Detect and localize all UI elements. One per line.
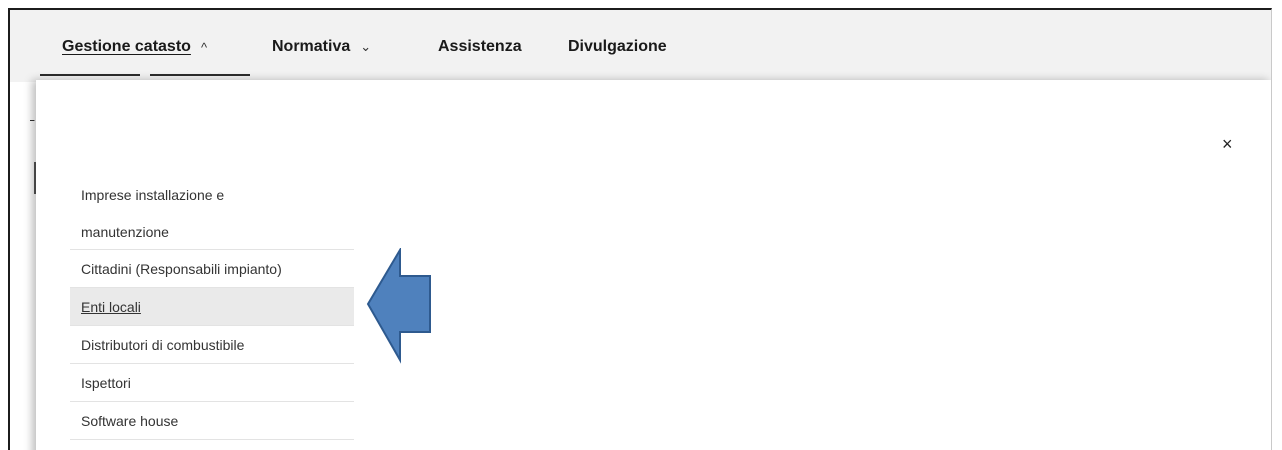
active-tab-underline-2	[150, 74, 250, 76]
submenu-item-cittadini[interactable]: Cittadini (Responsabili impianto)	[70, 250, 354, 288]
submenu-item-label: Enti locali	[81, 298, 141, 315]
main-navbar: Gestione catasto ^ Normativa ⌄ Assistenz…	[10, 10, 1271, 82]
background-breadcrumb-link[interactable]	[30, 106, 34, 124]
submenu-item-software-house[interactable]: Software house	[70, 402, 354, 440]
submenu-item-label: Ispettori	[81, 374, 131, 391]
active-tab-underline	[40, 74, 140, 76]
nav-divulgazione[interactable]: Divulgazione	[568, 38, 667, 56]
submenu-item-imprese[interactable]: Imprese installazione e manutenzione	[70, 178, 354, 250]
close-icon[interactable]: ×	[1222, 134, 1233, 155]
browser-frame: Gestione catasto ^ Normativa ⌄ Assistenz…	[8, 8, 1272, 450]
chevron-down-icon: ⌄	[360, 39, 372, 54]
nav-normativa-label: Normativa	[272, 38, 351, 55]
submenu-item-ispettori[interactable]: Ispettori	[70, 364, 354, 402]
chevron-up-icon: ^	[200, 39, 208, 55]
submenu-item-label: Software house	[81, 412, 179, 429]
nav-gestione-catasto-label: Gestione catasto	[62, 38, 191, 55]
submenu-list: Imprese installazione e manutenzione Cit…	[70, 178, 354, 440]
nav-divulgazione-label: Divulgazione	[568, 38, 667, 55]
nav-assistenza-label: Assistenza	[438, 38, 522, 55]
submenu-item-label: Distributori di combustibile	[81, 336, 245, 353]
submenu-item-label: Cittadini (Responsabili impianto)	[81, 260, 282, 277]
nav-gestione-catasto[interactable]: Gestione catasto ^	[62, 38, 207, 56]
nav-assistenza[interactable]: Assistenza	[438, 38, 522, 56]
submenu-item-enti-locali[interactable]: Enti locali	[70, 288, 354, 326]
submenu-item-label: Imprese installazione e manutenzione	[81, 186, 225, 240]
submenu-item-distributori[interactable]: Distributori di combustibile	[70, 326, 354, 364]
nav-normativa[interactable]: Normativa ⌄	[272, 38, 371, 56]
annotation-arrow-icon	[366, 248, 431, 364]
